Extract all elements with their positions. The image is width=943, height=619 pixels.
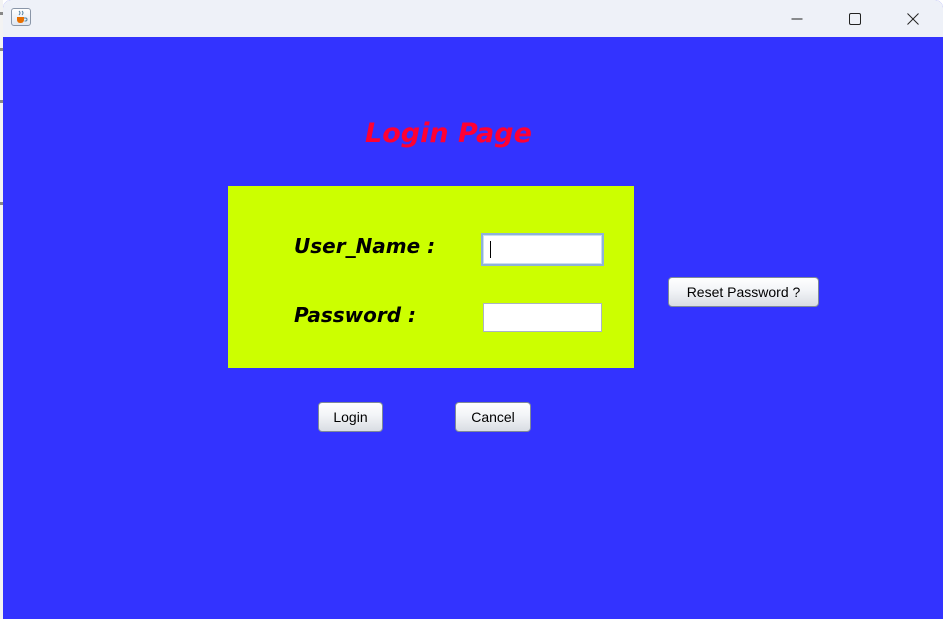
login-window: Login Page User_Name : Password : Reset … [3,0,943,619]
title-bar[interactable] [3,0,943,37]
username-field[interactable] [481,233,604,266]
close-button[interactable] [884,0,942,37]
maximize-button[interactable] [826,0,884,37]
text-caret [490,241,491,258]
password-label: Password : [294,303,417,327]
login-form-panel: User_Name : Password : [228,186,634,368]
page-title: Login Page [365,118,532,149]
minimize-button[interactable] [768,0,826,37]
minimize-icon [791,18,803,19]
java-cup-icon[interactable] [11,8,31,26]
username-label: User_Name : [294,234,436,258]
password-field[interactable] [483,303,602,332]
maximize-icon [849,12,861,25]
login-button[interactable]: Login [318,402,383,432]
cancel-button[interactable]: Cancel [455,402,531,432]
reset-password-button[interactable]: Reset Password ? [668,277,819,307]
close-icon [907,12,919,25]
